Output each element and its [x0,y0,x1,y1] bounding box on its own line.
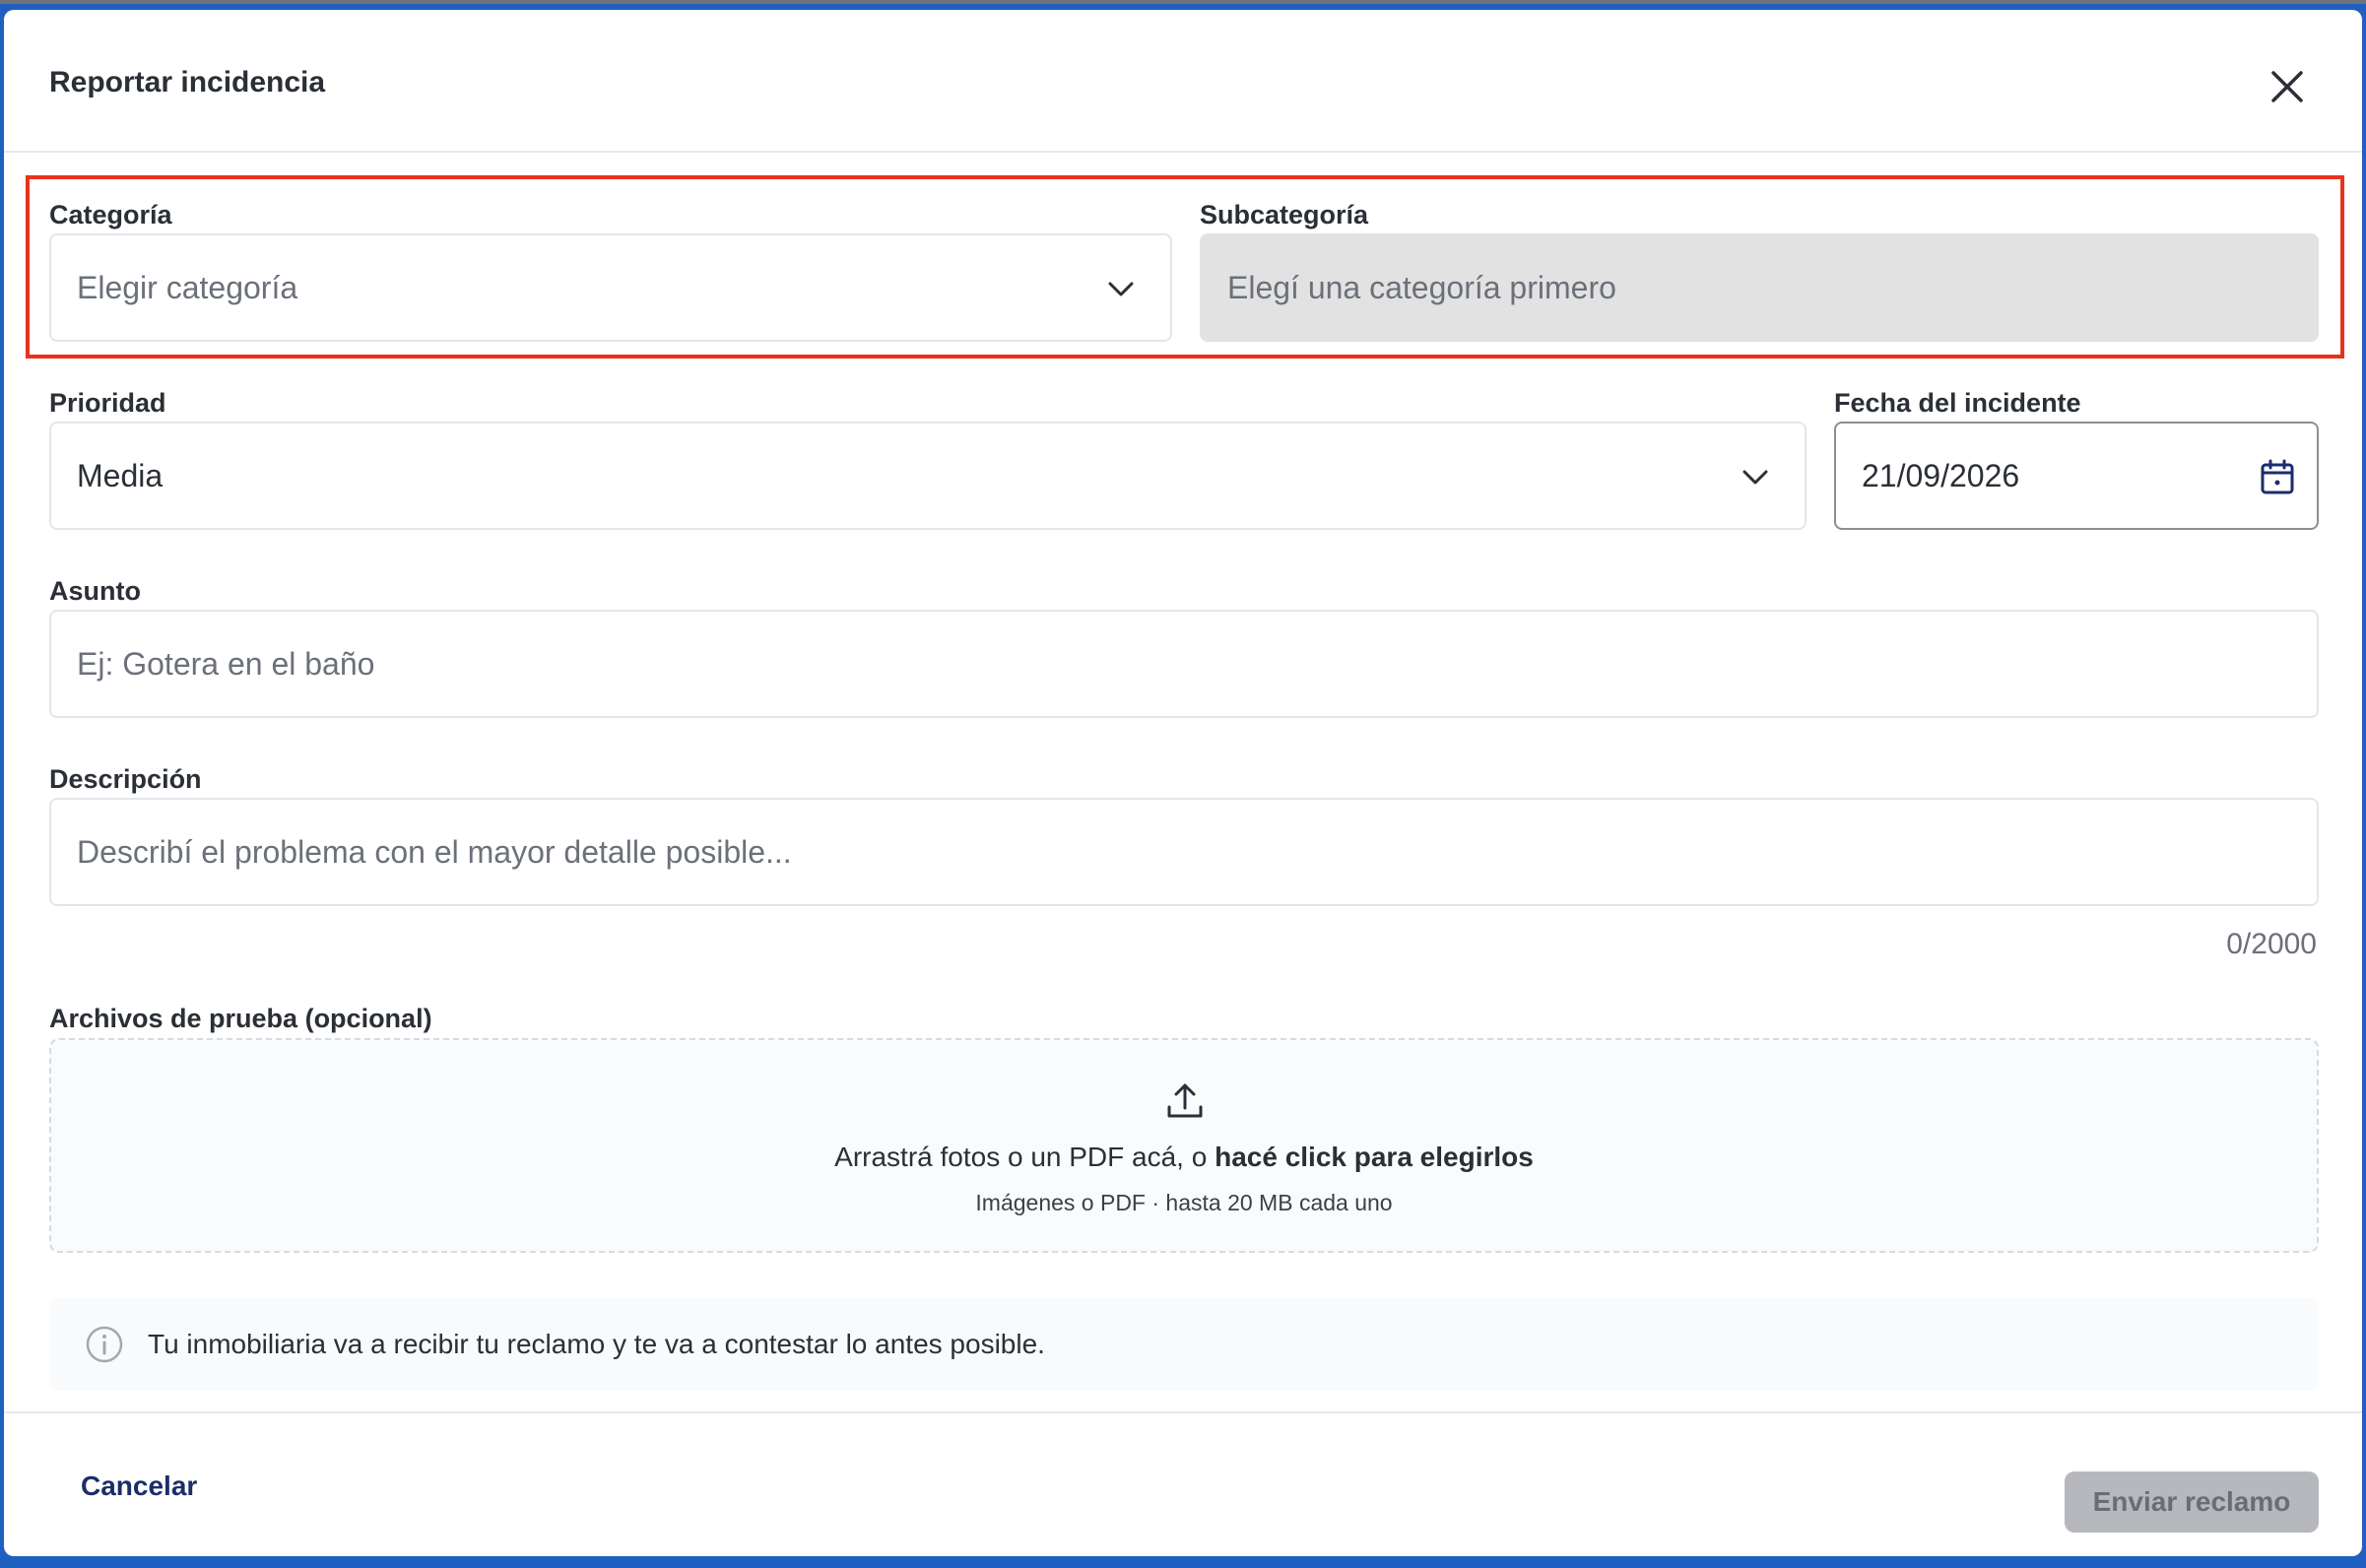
subject-label: Asunto [49,576,141,606]
priority-value: Media [77,458,164,493]
category-select[interactable]: Elegir categoría [49,233,1172,342]
file-dropzone[interactable]: Arrastrá fotos o un PDF acá, o hacé clic… [49,1038,2319,1253]
subcategory-label: Subcategoría [1200,200,1369,229]
close-icon [2271,71,2303,102]
cancel-button[interactable]: Cancelar [81,1470,197,1502]
dialog-footer: Cancelar Enviar reclamo [4,1411,2362,1556]
info-icon [86,1326,123,1363]
category-label: Categoría [49,200,172,229]
priority-select[interactable]: Media [49,422,1807,530]
dropzone-instructions: Arrastrá fotos o un PDF acá, o hacé clic… [51,1142,2317,1173]
description-textarea[interactable]: Describí el problema con el mayor detall… [49,798,2319,906]
calendar-icon[interactable] [2258,457,2297,496]
incident-date-label: Fecha del incidente [1834,388,2081,418]
subject-input[interactable]: Ej: Gotera en el baño [49,610,2319,718]
subcategory-placeholder: Elegí una categoría primero [1227,270,1616,305]
attachments-label: Archivos de prueba (opcional) [49,1004,432,1033]
report-incident-dialog: Reportar incidencia Categoría Elegir cat… [4,10,2362,1556]
close-button[interactable] [2266,65,2309,108]
upload-icon [1167,1083,1203,1118]
info-banner: Tu inmobiliaria va a recibir tu reclamo … [49,1298,2319,1391]
chevron-down-icon [1108,282,1134,296]
description-label: Descripción [49,764,202,794]
subcategory-select[interactable]: Elegí una categoría primero [1200,233,2319,342]
dialog-title: Reportar incidencia [49,66,326,98]
dropzone-hint: Imágenes o PDF · hasta 20 MB cada uno [975,1190,1393,1215]
chevron-down-icon [1742,470,1768,485]
incident-date-value: 21/09/2026 [1862,458,2020,493]
character-counter: 0/2000 [2226,928,2317,960]
dropzone-text: Arrastrá fotos o un PDF acá, o [834,1142,1216,1172]
subject-placeholder: Ej: Gotera en el baño [77,646,375,682]
submit-button[interactable]: Enviar reclamo [2065,1471,2319,1533]
priority-label: Prioridad [49,388,166,418]
description-placeholder: Describí el problema con el mayor detall… [77,834,792,870]
browse-files-link[interactable]: hacé click para elegirlos [1215,1142,1534,1172]
incident-date-input[interactable]: 21/09/2026 [1834,422,2319,530]
category-placeholder: Elegir categoría [77,270,298,305]
info-text: Tu inmobiliaria va a recibir tu reclamo … [148,1329,1045,1359]
dialog-header: Reportar incidencia [4,10,2362,153]
